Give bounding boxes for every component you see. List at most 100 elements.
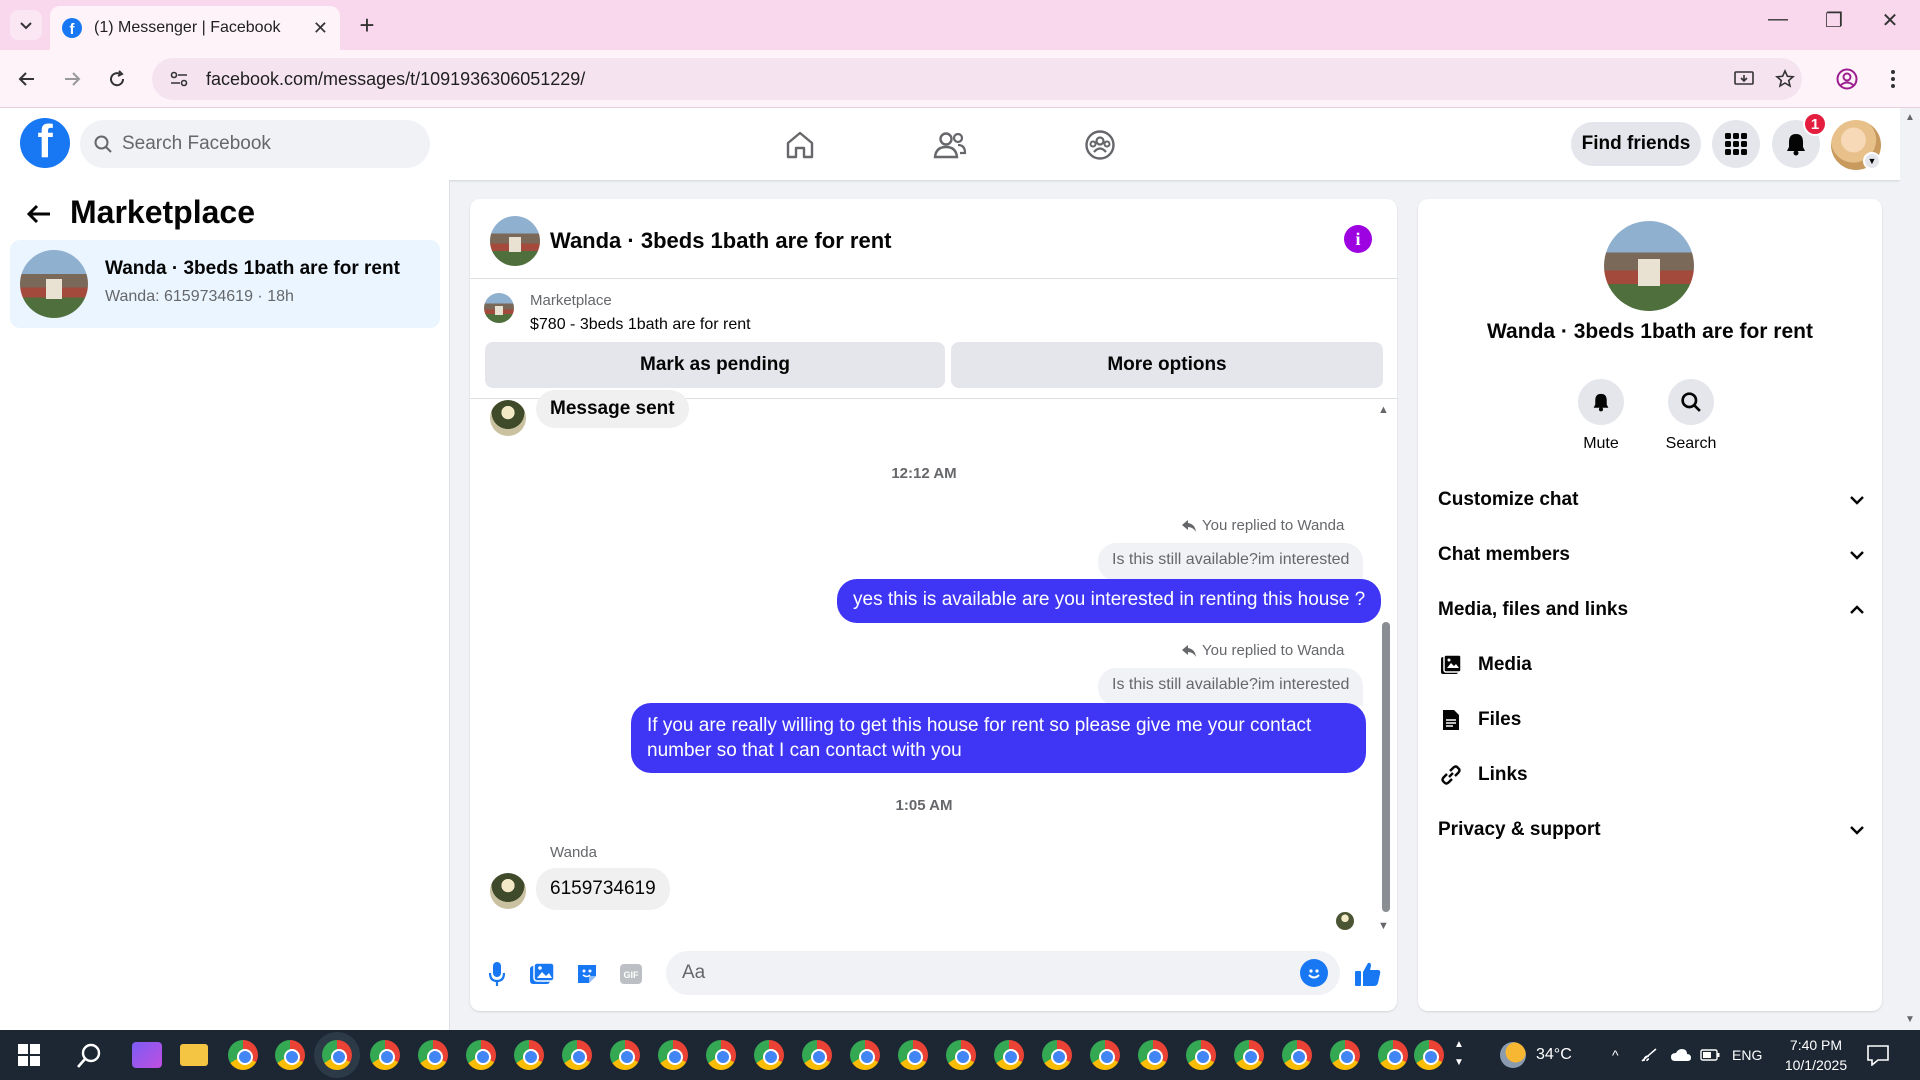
reload-button[interactable]: [102, 64, 132, 94]
site-info-icon[interactable]: [170, 71, 196, 87]
chat-avatar[interactable]: [490, 216, 540, 266]
sender-avatar[interactable]: [490, 873, 526, 909]
chrome-taskbar-icon[interactable]: [514, 1040, 544, 1070]
chrome-taskbar-icon[interactable]: [228, 1040, 258, 1070]
bookmark-star-icon[interactable]: [1770, 64, 1800, 94]
groups-icon[interactable]: [1080, 125, 1120, 165]
scroll-down-arrow[interactable]: ▼: [1905, 1014, 1915, 1025]
chrome-taskbar-icon[interactable]: [1414, 1040, 1444, 1070]
customize-chat-row[interactable]: Customize chat: [1438, 478, 1864, 522]
windows-start-icon[interactable]: [18, 1044, 40, 1066]
weather-widget[interactable]: 34°C: [1500, 1030, 1572, 1080]
friends-icon[interactable]: [930, 125, 970, 165]
back-button[interactable]: [12, 64, 42, 94]
home-icon[interactable]: [780, 125, 820, 165]
chrome-taskbar-icon[interactable]: [1330, 1040, 1360, 1070]
close-window-button[interactable]: ✕: [1870, 8, 1910, 33]
conversation-item[interactable]: Wanda · 3beds 1bath are for rent Wanda: …: [10, 240, 440, 328]
tab-search-button[interactable]: [10, 10, 42, 40]
message-bubble-incoming[interactable]: Message sent: [536, 390, 689, 428]
facebook-logo[interactable]: f: [20, 118, 70, 168]
gif-icon[interactable]: GIF: [616, 959, 646, 989]
info-icon[interactable]: i: [1344, 225, 1372, 253]
quoted-message[interactable]: Is this still available?im interested: [1098, 543, 1364, 581]
search-in-conversation-button[interactable]: Search: [1651, 379, 1731, 453]
chrome-taskbar-icon[interactable]: [610, 1040, 640, 1070]
emoji-icon[interactable]: [1300, 959, 1328, 987]
chrome-taskbar-icon[interactable]: [562, 1040, 592, 1070]
microphone-icon[interactable]: [482, 959, 512, 989]
chrome-taskbar-icon[interactable]: [754, 1040, 784, 1070]
message-bubble-outgoing[interactable]: yes this is available are you interested…: [837, 579, 1382, 623]
file-explorer-icon[interactable]: [180, 1044, 208, 1066]
profile-icon[interactable]: [1832, 64, 1862, 94]
chrome-taskbar-icon[interactable]: [946, 1040, 976, 1070]
minimize-button[interactable]: —: [1758, 8, 1798, 31]
find-friends-button[interactable]: Find friends: [1571, 122, 1701, 166]
links-link[interactable]: Links: [1438, 753, 1864, 797]
chrome-taskbar-icon[interactable]: [802, 1040, 832, 1070]
chevron-down-icon[interactable]: ▼: [1863, 152, 1881, 170]
scroll-down-arrow[interactable]: ▼: [1378, 920, 1389, 932]
chrome-taskbar-icon[interactable]: [706, 1040, 736, 1070]
install-app-icon[interactable]: [1729, 64, 1759, 94]
taskbar-overflow-chevrons[interactable]: ▲ ▼: [1454, 1036, 1464, 1072]
chrome-taskbar-icon[interactable]: [898, 1040, 928, 1070]
page-scrollbar[interactable]: ▲ ▼: [1900, 108, 1920, 1030]
scroll-up-arrow[interactable]: ▲: [1378, 404, 1389, 416]
network-icon[interactable]: [1640, 1030, 1658, 1080]
chrome-taskbar-icon[interactable]: [322, 1040, 352, 1070]
photo-icon[interactable]: [527, 959, 557, 989]
message-input[interactable]: Aa: [666, 951, 1340, 995]
restore-button[interactable]: ❐: [1814, 8, 1854, 33]
input-language[interactable]: ENG: [1732, 1030, 1762, 1080]
close-tab-icon[interactable]: ✕: [313, 18, 328, 39]
media-files-links-row[interactable]: Media, files and links: [1438, 588, 1864, 632]
chat-title[interactable]: Wanda · 3beds 1bath are for rent: [550, 228, 891, 254]
sticker-icon[interactable]: [572, 959, 602, 989]
chrome-taskbar-icon[interactable]: [1186, 1040, 1216, 1070]
tray-show-hidden-icon[interactable]: ^: [1612, 1030, 1619, 1080]
mute-button[interactable]: Mute: [1561, 379, 1641, 453]
task-view-icon[interactable]: [132, 1042, 162, 1068]
back-arrow-icon[interactable]: [26, 200, 52, 232]
message-bubble-incoming[interactable]: 6159734619: [536, 868, 670, 910]
chrome-taskbar-icon[interactable]: [1234, 1040, 1264, 1070]
chrome-taskbar-icon[interactable]: [1042, 1040, 1072, 1070]
search-icon[interactable]: [75, 1042, 103, 1075]
cloud-icon[interactable]: [1670, 1030, 1692, 1080]
scroll-up-arrow[interactable]: ▲: [1905, 112, 1915, 123]
more-options-button[interactable]: More options: [951, 342, 1383, 388]
chat-members-row[interactable]: Chat members: [1438, 533, 1864, 577]
chrome-taskbar-icon[interactable]: [850, 1040, 880, 1070]
chrome-taskbar-icon[interactable]: [658, 1040, 688, 1070]
quoted-message[interactable]: Is this still available?im interested: [1098, 668, 1364, 706]
mark-as-pending-button[interactable]: Mark as pending: [485, 342, 945, 388]
chat-scrollbar[interactable]: [1382, 622, 1390, 912]
facebook-search-input[interactable]: Search Facebook: [80, 120, 430, 168]
chrome-taskbar-icon[interactable]: [1090, 1040, 1120, 1070]
browser-menu-icon[interactable]: [1878, 64, 1908, 94]
chrome-taskbar-icon[interactable]: [418, 1040, 448, 1070]
forward-button[interactable]: [57, 64, 87, 94]
media-link[interactable]: Media: [1438, 643, 1864, 687]
address-bar[interactable]: facebook.com/messages/t/1091936306051229…: [152, 58, 1802, 100]
privacy-support-row[interactable]: Privacy & support: [1438, 808, 1864, 852]
chrome-taskbar-icon[interactable]: [1378, 1040, 1408, 1070]
files-link[interactable]: Files: [1438, 698, 1864, 742]
message-bubble-outgoing[interactable]: If you are really willing to get this ho…: [631, 703, 1366, 773]
message-list[interactable]: Message sent 12:12 AM You replied to Wan…: [470, 390, 1397, 938]
chrome-taskbar-icon[interactable]: [275, 1040, 305, 1070]
chrome-taskbar-icon[interactable]: [1282, 1040, 1312, 1070]
browser-tab[interactable]: f (1) Messenger | Facebook ✕: [50, 6, 340, 50]
notification-center-icon[interactable]: [1866, 1044, 1890, 1071]
sender-avatar[interactable]: [490, 400, 526, 436]
new-tab-button[interactable]: +: [352, 10, 382, 41]
chrome-taskbar-icon[interactable]: [1138, 1040, 1168, 1070]
like-thumbs-up-icon[interactable]: [1353, 959, 1383, 989]
system-clock[interactable]: 7:40 PM 10/1/2025: [1766, 1035, 1866, 1075]
chrome-taskbar-icon[interactable]: [994, 1040, 1024, 1070]
listing-title[interactable]: $780 - 3beds 1bath are for rent: [530, 316, 751, 334]
battery-icon[interactable]: [1700, 1030, 1720, 1080]
chrome-taskbar-icon[interactable]: [370, 1040, 400, 1070]
